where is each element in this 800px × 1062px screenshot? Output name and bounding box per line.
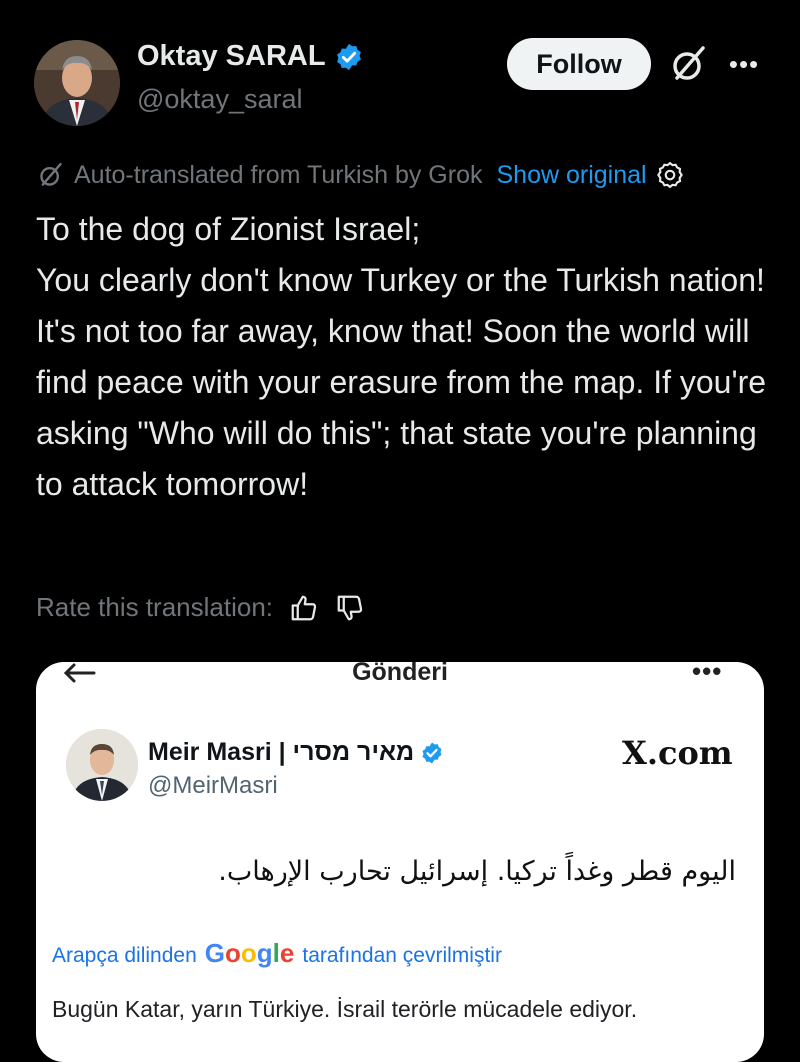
tweet-line: You clearly don't know Turkey or the Tur…: [36, 262, 775, 502]
thumbs-down-icon[interactable]: [335, 593, 365, 623]
grok-small-icon: [40, 162, 62, 186]
author-handle[interactable]: @oktay_saral: [137, 84, 302, 115]
embedded-author-name-row: Meir Masri | מאיר מסרי: [148, 738, 444, 767]
gear-icon[interactable]: [655, 160, 685, 190]
more-options-icon[interactable]: •••: [722, 42, 766, 86]
rate-label: Rate this translation:: [36, 592, 274, 622]
tweet-text: To the dog of Zionist Israel; You clearl…: [36, 204, 776, 510]
author-name[interactable]: Oktay SARAL: [137, 40, 326, 73]
translated-suffix: tarafından çevrilmiştir: [302, 944, 502, 967]
embedded-author-avatar: [66, 729, 138, 801]
embedded-more-icon: •••: [692, 662, 723, 686]
verified-badge-icon: [336, 43, 361, 70]
translated-prefix: Arapça dilinden: [52, 944, 197, 967]
embedded-author-name: Meir Masri | מאיר מסרי: [148, 738, 415, 766]
author-name-row[interactable]: Oktay SARAL: [137, 40, 364, 73]
embedded-header-title: Gönderi: [352, 662, 448, 682]
translation-bar: Auto-translated from Turkish by Grok Sho…: [36, 160, 685, 190]
translation-notice: Auto-translated from Turkish by Grok: [74, 160, 483, 189]
embedded-translation-text: Bugün Katar, yarın Türkiye. İsrail terör…: [52, 996, 638, 1022]
rate-translation-row: Rate this translation:: [36, 592, 365, 623]
google-logo: Google: [204, 938, 295, 968]
follow-button[interactable]: Follow: [507, 38, 651, 90]
embedded-image[interactable]: Gönderi ••• Meir Masri | מאיר מסרי @Meir…: [36, 662, 764, 1062]
google-translation-notice: Arapça dilinden Google tarafından çevril…: [52, 938, 502, 969]
thumbs-up-icon[interactable]: [289, 593, 319, 623]
show-original-link[interactable]: Show original: [496, 161, 646, 190]
x-com-watermark: X.com: [622, 734, 733, 772]
tweet-line: To the dog of Zionist Israel;: [36, 211, 421, 247]
verified-badge-icon: [422, 742, 442, 763]
grok-icon[interactable]: [667, 42, 711, 86]
author-avatar[interactable]: [34, 40, 120, 126]
embedded-author-handle: @MeirMasri: [148, 772, 278, 799]
embedded-original-text: اليوم قطر وغداً تركيا. إسرائيل تحارب الإ…: [218, 856, 736, 887]
